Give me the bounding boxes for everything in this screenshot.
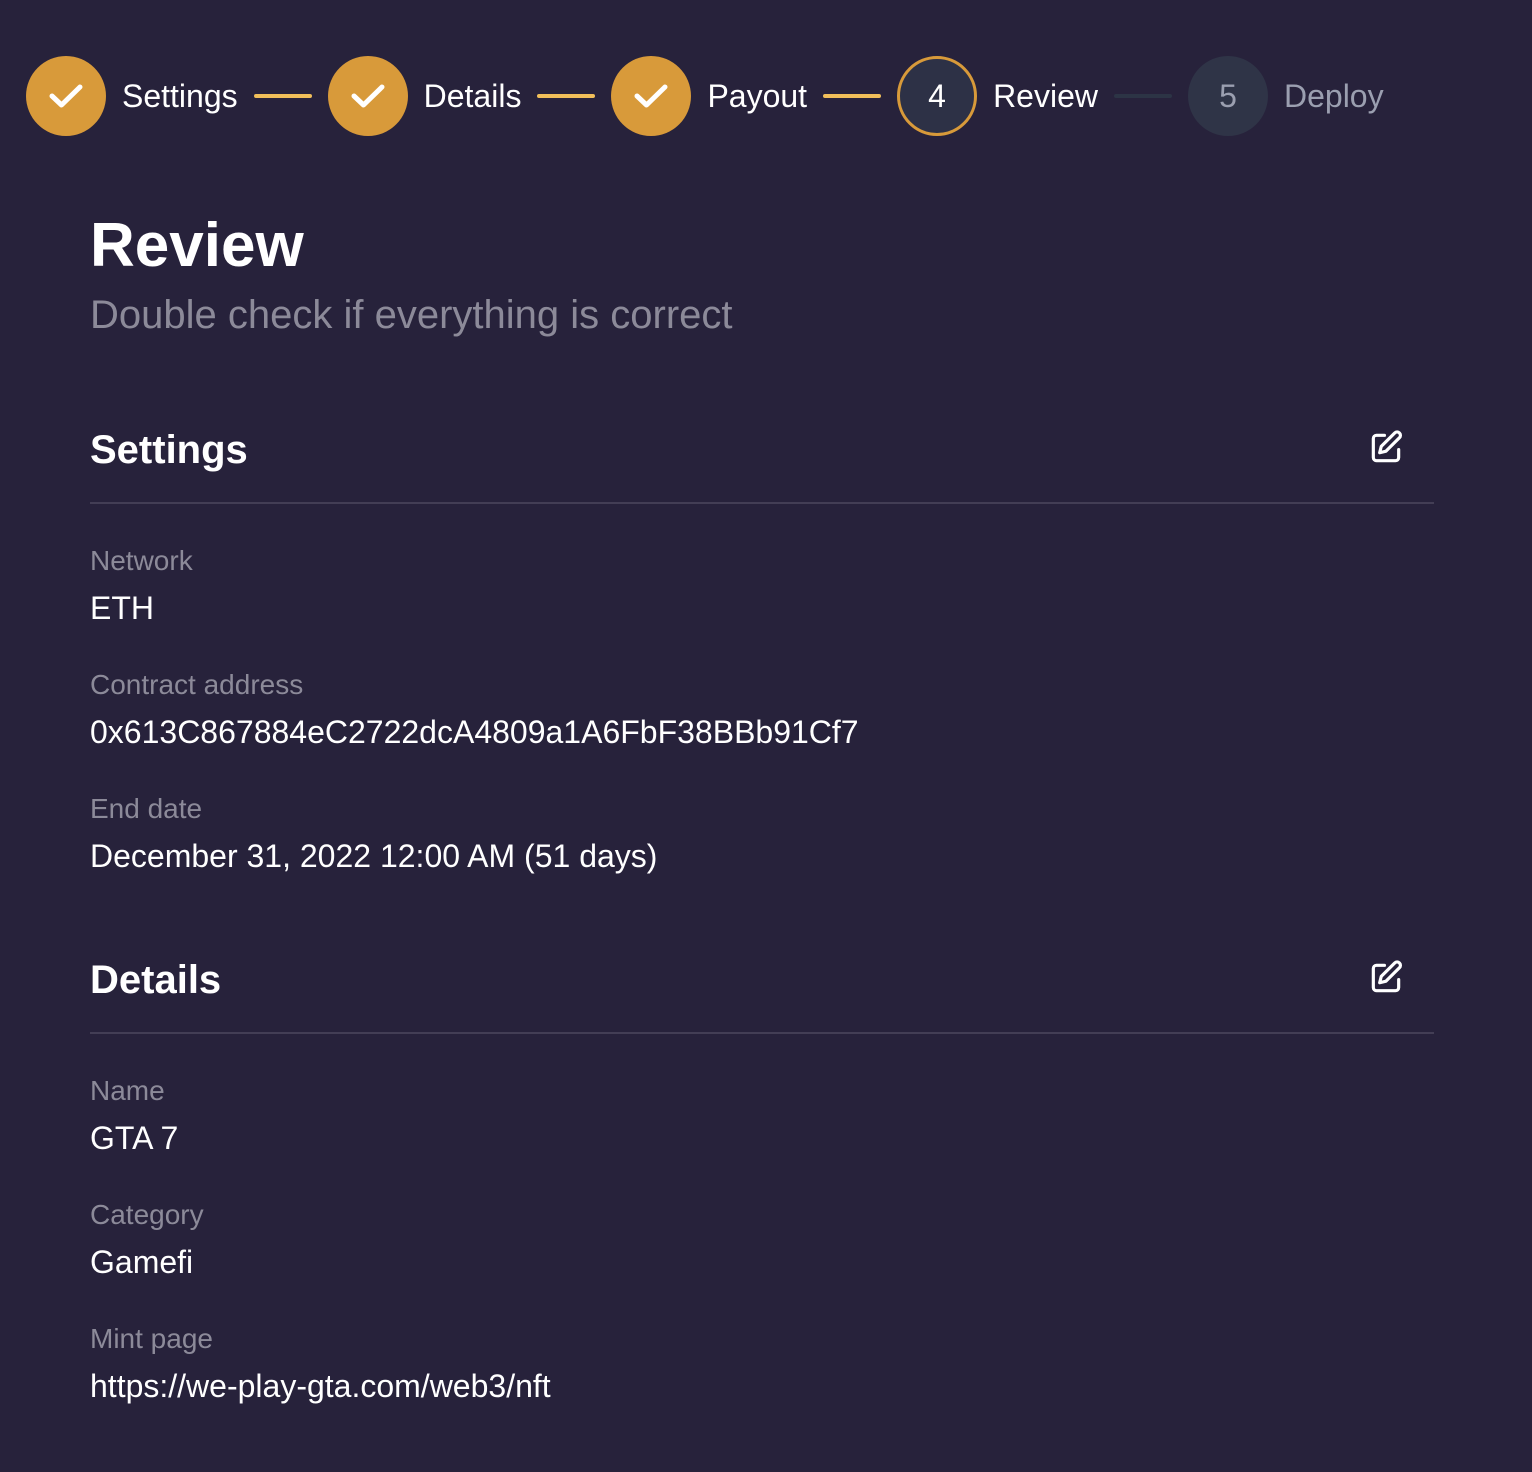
field-value: 0x613C867884eC2722dcA4809a1A6FbF38BBb91C… (90, 714, 859, 750)
step-deploy-number: 5 (1219, 77, 1237, 114)
step-review-circle: 4 (897, 56, 978, 136)
step-settings[interactable]: Settings (26, 56, 238, 136)
field-contract-address: Contract address 0x613C867884eC2722dcA48… (90, 668, 1434, 752)
check-icon (633, 82, 669, 110)
field-value: Gamefi (90, 1244, 194, 1280)
step-connector (253, 94, 312, 98)
field-value: GTA 7 (90, 1120, 179, 1156)
edit-icon (1367, 959, 1405, 1002)
step-review-number: 4 (928, 77, 946, 114)
step-connector (537, 94, 596, 98)
step-payout-circle (611, 56, 692, 136)
field-value: December 31, 2022 12:00 AM (51 days) (90, 838, 658, 874)
field-end-date: End date December 31, 2022 12:00 AM (51 … (90, 792, 1434, 876)
check-icon (350, 82, 386, 110)
field-label: Mint page (90, 1323, 213, 1354)
field-label: Network (90, 545, 193, 576)
field-value: https://we-play-gta.com/web3/nft (90, 1368, 551, 1404)
details-section-header: Details (90, 956, 1434, 1034)
settings-section: Settings Network ETH Contract address 0x… (90, 426, 1434, 876)
step-deploy[interactable]: 5 Deploy (1187, 56, 1384, 136)
step-deploy-label: Deploy (1283, 77, 1384, 114)
field-label: Name (90, 1075, 165, 1106)
settings-edit-button[interactable] (1366, 429, 1406, 472)
field-mint-page: Mint page https://we-play-gta.com/web3/n… (90, 1322, 1434, 1406)
stepper: Settings Details Payout 4 Review 5 Deplo… (26, 56, 1384, 136)
field-label: End date (90, 793, 203, 824)
step-settings-label: Settings (122, 77, 238, 114)
field-value: ETH (90, 590, 154, 626)
step-connector (823, 94, 882, 98)
step-review-label: Review (993, 77, 1098, 114)
field-label: Category (90, 1199, 204, 1230)
settings-section-header: Settings (90, 426, 1434, 504)
settings-section-title: Settings (90, 428, 248, 472)
field-category: Category Gamefi (90, 1198, 1434, 1282)
step-details[interactable]: Details (327, 56, 522, 136)
step-review[interactable]: 4 Review (897, 56, 1098, 136)
step-connector (1113, 94, 1172, 98)
step-payout-label: Payout (707, 77, 808, 114)
step-deploy-circle: 5 (1187, 56, 1268, 136)
step-details-label: Details (423, 77, 522, 114)
step-payout[interactable]: Payout (611, 56, 807, 136)
page-title: Review (90, 211, 304, 280)
details-section: Details Name GTA 7 Category Gamefi Mint … (90, 956, 1434, 1406)
field-name: Name GTA 7 (90, 1074, 1434, 1158)
review-content: Review Double check if everything is cor… (90, 210, 1434, 1406)
field-label: Contract address (90, 669, 304, 700)
details-edit-button[interactable] (1366, 959, 1406, 1002)
edit-icon (1367, 429, 1405, 472)
check-icon (48, 82, 84, 110)
step-details-circle (327, 56, 408, 136)
details-section-title: Details (90, 958, 222, 1002)
page-subtitle: Double check if everything is correct (90, 293, 733, 337)
field-network: Network ETH (90, 544, 1434, 628)
step-settings-circle (26, 56, 106, 136)
